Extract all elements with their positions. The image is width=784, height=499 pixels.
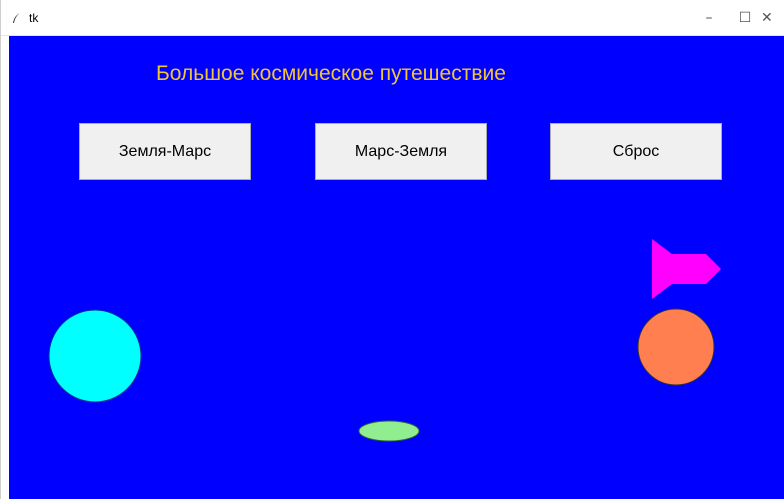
- close-button[interactable]: ✕: [761, 0, 784, 36]
- minimize-button[interactable]: –: [691, 0, 727, 36]
- space-canvas: [9, 36, 784, 499]
- close-icon: ✕: [761, 10, 773, 26]
- feather-icon: [13, 13, 20, 23]
- mars-earth-button[interactable]: Марс-Земля: [315, 123, 487, 180]
- window-title: tk: [29, 11, 39, 25]
- reset-button[interactable]: Сброс: [550, 123, 722, 180]
- maximize-button[interactable]: ☐: [727, 0, 763, 36]
- minimize-icon: –: [705, 10, 713, 26]
- app-window: tk – ☐ ✕ Большое космическое путешествие…: [0, 0, 784, 499]
- title-bar: tk – ☐ ✕: [1, 0, 784, 36]
- earth-mars-button[interactable]: Земля-Марс: [79, 123, 251, 180]
- maximize-icon: ☐: [738, 10, 752, 26]
- page-title: Большое космическое путешествие: [156, 62, 506, 85]
